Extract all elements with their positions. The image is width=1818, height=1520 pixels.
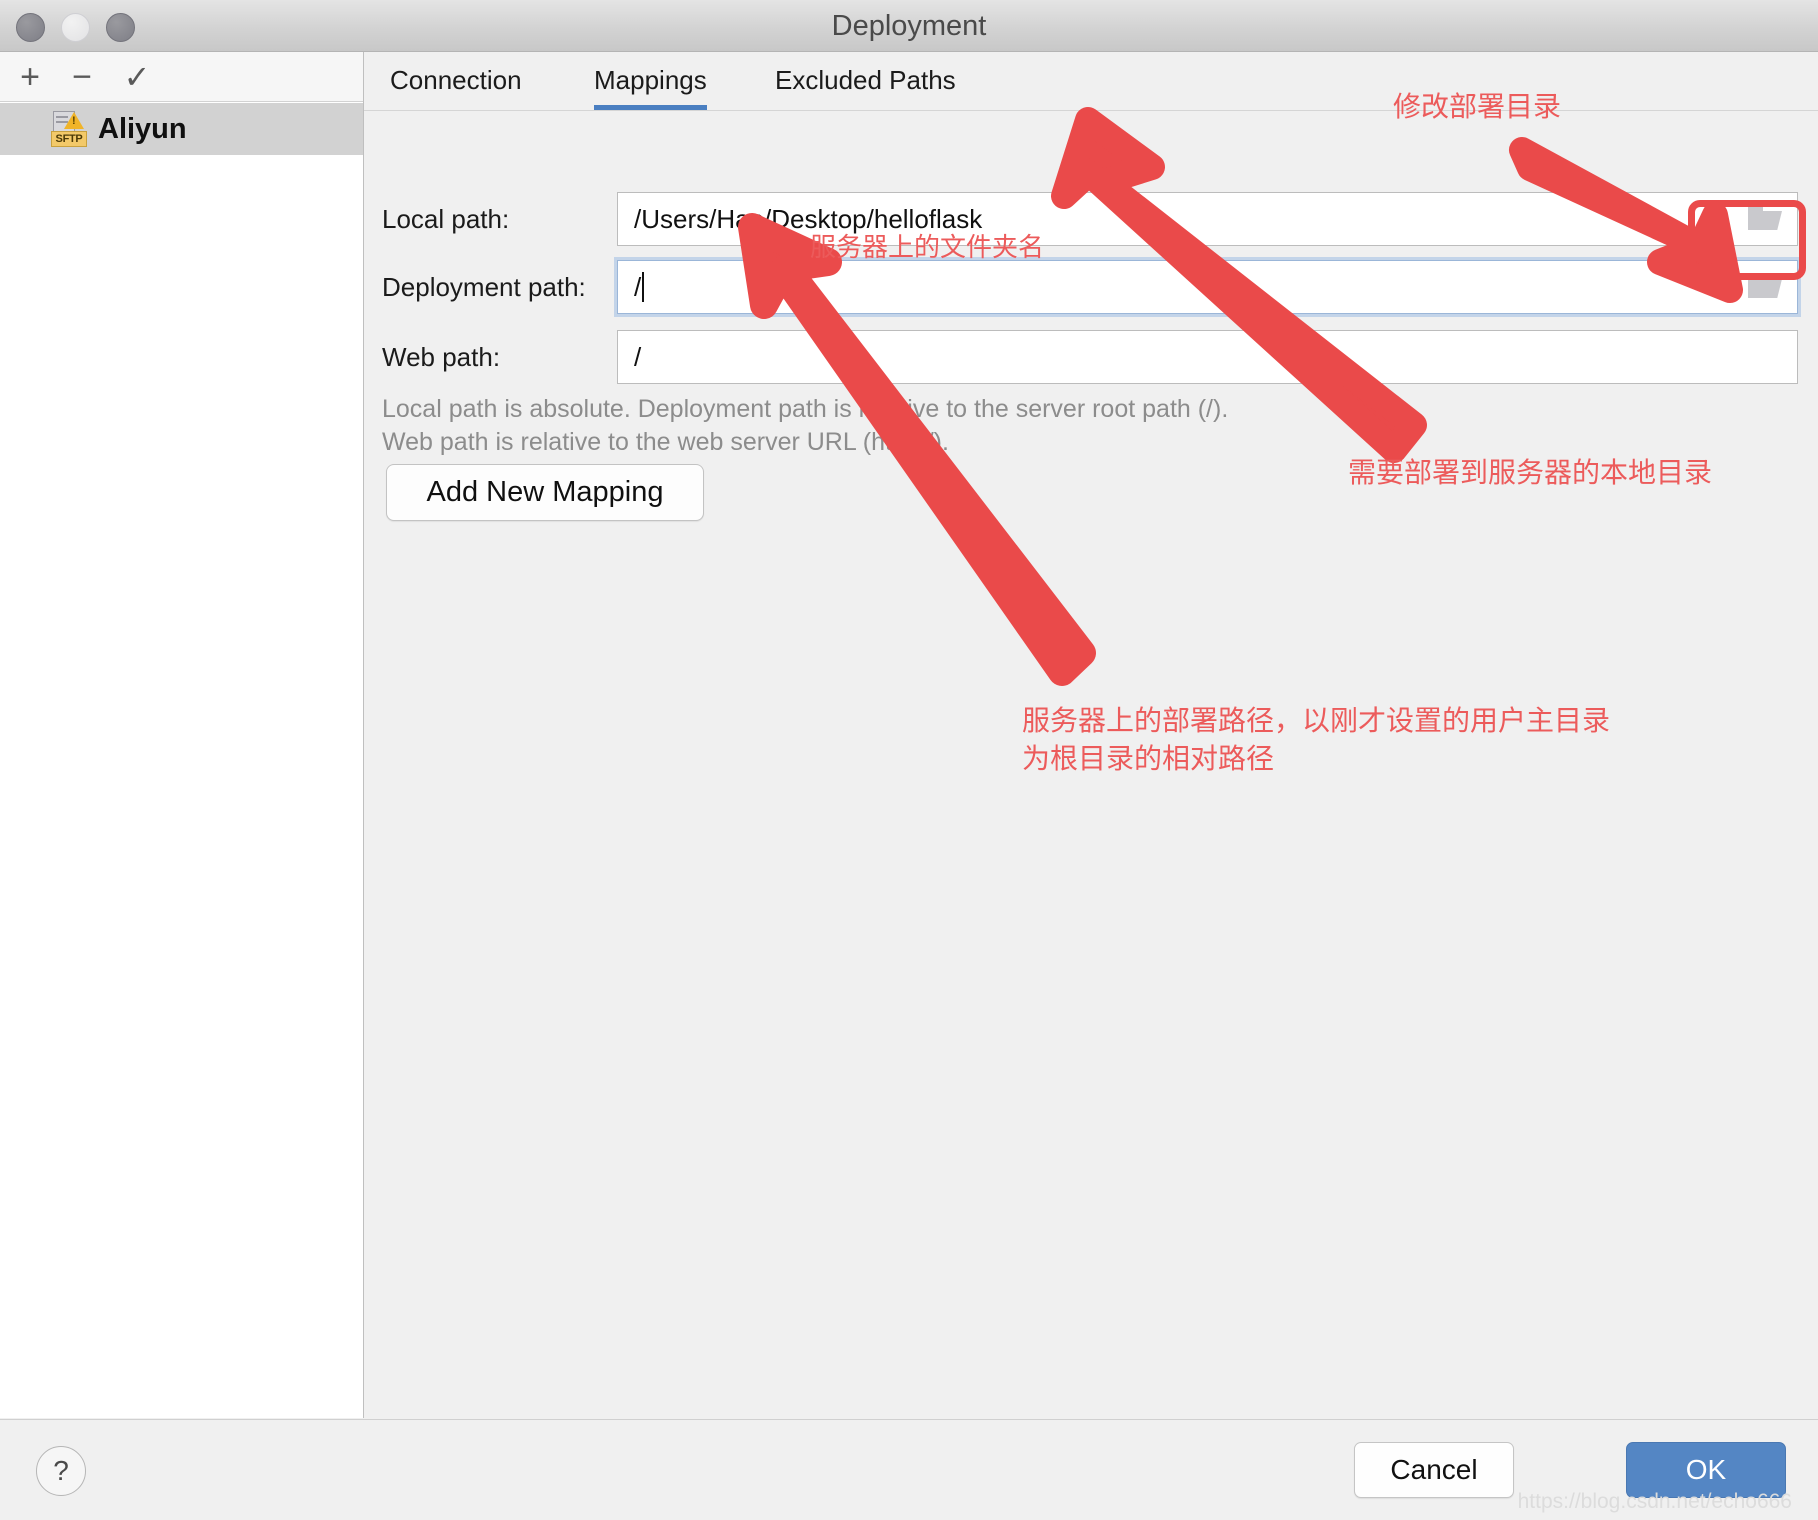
annotation-top-right: 修改部署目录 — [1393, 90, 1562, 123]
set-default-server-button[interactable]: ✓ — [112, 52, 162, 102]
deployment-path-field[interactable]: / — [617, 260, 1798, 314]
tab-connection[interactable]: Connection — [390, 52, 522, 110]
deployment-path-label: Deployment path: — [382, 272, 586, 302]
annotation-bottom: 服务器上的部署路径，以刚才设置的用户主目录 为根目录的相对路径 — [1022, 704, 1611, 775]
deployment-path-value: / — [634, 261, 645, 313]
hint-line-2: Web path is relative to the web server U… — [382, 428, 949, 456]
tab-mappings[interactable]: Mappings — [594, 52, 707, 110]
web-path-field[interactable]: / — [617, 330, 1798, 384]
local-path-field[interactable]: /Users/Hao/Desktop/helloflask — [617, 192, 1798, 246]
tab-excluded-paths[interactable]: Excluded Paths — [775, 52, 956, 110]
watermark: https://blog.csdn.net/echo666 — [1517, 1490, 1792, 1513]
folder-icon — [1748, 206, 1782, 232]
sidebar-item-aliyun[interactable]: SFTP Aliyun — [0, 103, 363, 155]
deployment-path-browse-button[interactable] — [1734, 262, 1796, 312]
hint-line-1: Local path is absolute. Deployment path … — [382, 395, 1229, 423]
folder-icon — [1748, 274, 1782, 300]
add-new-mapping-button[interactable]: Add New Mapping — [386, 464, 704, 521]
sidebar-toolbar: + − ✓ — [0, 52, 363, 102]
web-path-label: Web path: — [382, 342, 501, 372]
dialog-footer: ? Cancel OK https://blog.csdn.net/echo66… — [0, 1419, 1818, 1520]
web-path-value: / — [634, 341, 642, 372]
window-titlebar: Deployment — [0, 0, 1818, 52]
cancel-button[interactable]: Cancel — [1354, 1442, 1514, 1498]
remove-server-button[interactable]: − — [57, 52, 107, 102]
annotation-right-middle: 需要部署到服务器的本地目录 — [1348, 456, 1713, 489]
sidebar-item-label: Aliyun — [98, 112, 187, 145]
help-button[interactable]: ? — [36, 1446, 86, 1496]
annotation-deployment-inline: 服务器上的文件夹名 — [810, 233, 1045, 263]
sftp-badge-label: SFTP — [51, 131, 87, 147]
add-server-button[interactable]: + — [5, 52, 55, 102]
tabbar: Connection Mappings Excluded Paths — [364, 52, 1818, 111]
local-path-label: Local path: — [382, 204, 510, 234]
window-title: Deployment — [831, 10, 987, 42]
local-path-browse-button[interactable] — [1734, 194, 1796, 244]
text-caret — [642, 272, 645, 302]
sftp-icon: SFTP — [51, 111, 87, 147]
deployment-dialog: Deployment + − ✓ SFTP Aliyun Connection … — [0, 0, 1818, 1520]
server-list-sidebar: + − ✓ SFTP Aliyun — [0, 52, 364, 1418]
